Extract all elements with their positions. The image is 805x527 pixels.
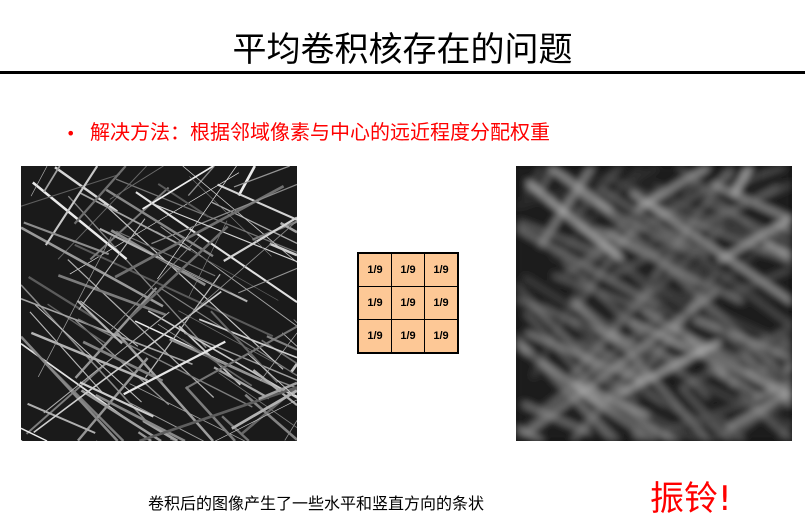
original-grass-image [21,166,297,441]
grass-stroke [21,439,23,441]
bullet-marker: • [66,124,76,143]
caption-text: 卷积后的图像产生了一些水平和竖直方向的条状 [148,494,485,513]
kernel-cell: 1/9 [425,287,457,319]
blurred-grass-image [516,166,792,441]
kernel-cell: 1/9 [425,254,457,286]
bullet-point: • 解决方法：根据邻域像素与中心的远近程度分配权重 [66,118,550,148]
bullet-text: 解决方法：根据邻域像素与中心的远近程度分配权重 [90,120,550,144]
kernel-cell: 1/9 [359,320,391,352]
kernel-cell: 1/9 [425,320,457,352]
ringing-label: 振铃! [650,479,732,519]
mean-kernel-grid: 1/9 1/9 1/9 1/9 1/9 1/9 1/9 1/9 1/9 [357,252,459,354]
kernel-cell: 1/9 [392,320,424,352]
kernel-cell: 1/9 [392,254,424,286]
slide-title: 平均卷积核存在的问题 [232,30,573,70]
title-divider [0,71,805,74]
grass-stroke [516,439,518,441]
kernel-cell: 1/9 [359,254,391,286]
kernel-cell: 1/9 [392,287,424,319]
kernel-cell: 1/9 [359,287,391,319]
